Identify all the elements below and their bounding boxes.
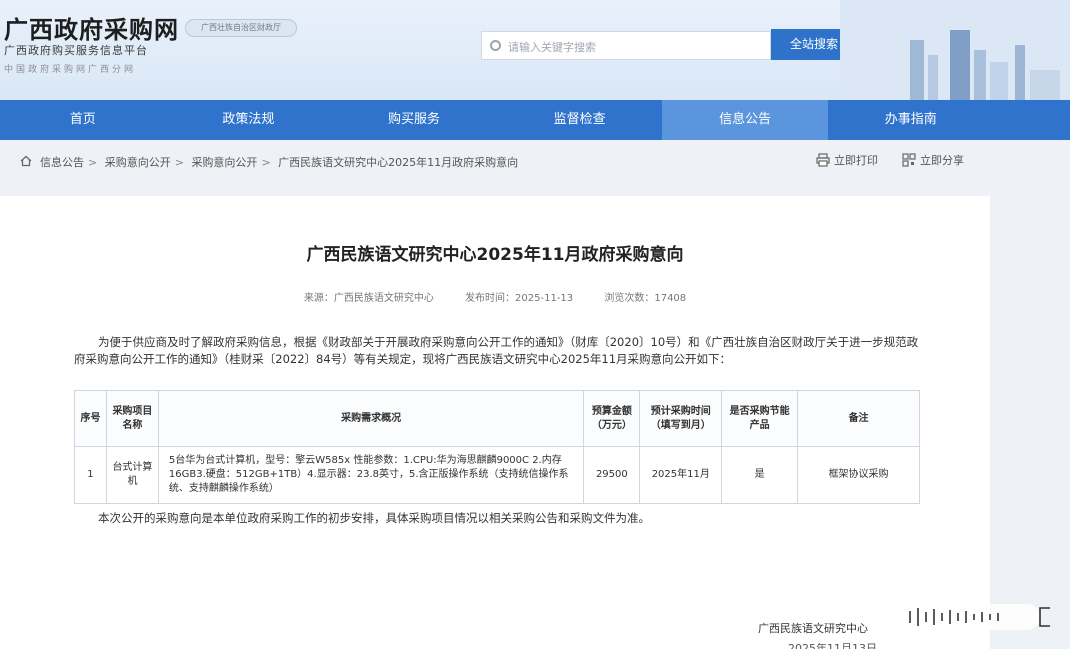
table-cell: 29500: [583, 446, 641, 504]
signature-date: 2025年11月13日: [788, 642, 877, 649]
column-header: 预算金额（万元）: [583, 390, 641, 447]
column-header: 采购项目名称: [105, 390, 159, 447]
search-icon: [490, 40, 501, 51]
breadcrumb-current: 广西民族语文研究中心2025年11月政府采购意向: [278, 156, 519, 169]
nav-item-home[interactable]: 首页: [0, 100, 166, 140]
share-button[interactable]: 立即分享: [902, 152, 964, 168]
nav-item-supervision[interactable]: 监督检查: [497, 100, 663, 140]
city-skyline-image: [840, 0, 1070, 100]
qr-code-icon: [902, 153, 916, 167]
share-label: 立即分享: [920, 154, 964, 167]
disclaimer-note: 本次公开的采购意向是本单位政府采购工作的初步安排，具体采购项目情况以相关采购公告…: [98, 511, 650, 525]
table-cell: 台式计算机: [105, 446, 159, 504]
nav-item-service[interactable]: 购买服务: [331, 100, 497, 140]
department-badge: 广西壮族自治区财政厅: [185, 19, 297, 37]
article-panel: 广西民族语文研究中心2025年11月政府采购意向 来源：广西民族语文研究中心 发…: [0, 196, 990, 649]
breadcrumb-item[interactable]: 信息公告: [40, 156, 84, 169]
meta-views: 浏览次数：17408: [604, 293, 687, 304]
site-title[interactable]: 广西政府采购网: [4, 10, 179, 45]
search-input[interactable]: 请输入关键字搜索: [481, 31, 771, 60]
search-placeholder: 请输入关键字搜索: [508, 41, 596, 54]
table-cell: 是: [721, 446, 799, 504]
procurement-table: 序号 采购项目名称 采购需求概况 预算金额（万元） 预计采购时间（填写到月） 是…: [74, 390, 920, 504]
column-header: 是否采购节能产品: [721, 390, 799, 447]
signature-org: 广西民族语文研究中心: [758, 622, 868, 635]
table-cell: 2025年11月: [639, 446, 723, 504]
intro-paragraph: 为便于供应商及时了解政府采购信息，根据《财政部关于开展政府采购意向公开工作的通知…: [74, 335, 919, 366]
page-title: 广西民族语文研究中心2025年11月政府采购意向: [306, 245, 684, 265]
table-cell: 1: [74, 446, 107, 504]
home-icon: [20, 155, 32, 167]
nav-item-policy[interactable]: 政策法规: [166, 100, 332, 140]
table-cell: 5台华为台式计算机，型号：擎云W585x 性能参数：1.CPU:华为海思麒麟90…: [157, 446, 585, 504]
table-cell: 框架协议采购: [797, 446, 920, 504]
print-label: 立即打印: [834, 154, 878, 167]
table-header-row: 序号 采购项目名称 采购需求概况 预算金额（万元） 预计采购时间（填写到月） 是…: [74, 390, 920, 447]
nav-item-guide[interactable]: 办事指南: [828, 100, 994, 140]
site-header: 广西政府采购网 广西壮族自治区财政厅 广西政府购买服务信息平台 中国政府采购网广…: [0, 0, 1070, 100]
column-header: 序号: [74, 390, 107, 447]
print-button[interactable]: 立即打印: [816, 152, 878, 168]
breadcrumb-item[interactable]: 采购意向公开: [191, 156, 257, 169]
site-subtitle-secondary: 中国政府采购网广西分网: [4, 65, 137, 75]
meta-source: 来源：广西民族语文研究中心: [303, 293, 434, 304]
column-header: 备注: [797, 390, 920, 447]
column-header: 预计采购时间（填写到月）: [639, 390, 723, 447]
meta-publish-time: 发布时间：2025-11-13: [465, 293, 574, 304]
table-row: 1 台式计算机 5台华为台式计算机，型号：擎云W585x 性能参数：1.CPU:…: [74, 446, 920, 504]
breadcrumb: 信息公告 > 采购意向公开 > 采购意向公开 > 广西民族语文研究中心2025年11月…: [0, 140, 1070, 184]
article-meta: 来源：广西民族语文研究中心 发布时间：2025-11-13 浏览次数：17408: [0, 289, 990, 304]
audio-wave-widget[interactable]: [890, 602, 1070, 632]
printer-icon: [816, 153, 830, 167]
main-nav: 首页 政策法规 购买服务 监督检查 信息公告 办事指南: [0, 100, 1070, 140]
site-subtitle: 广西政府购买服务信息平台: [4, 44, 148, 57]
breadcrumb-item[interactable]: 采购意向公开: [105, 156, 171, 169]
nav-item-announcements[interactable]: 信息公告: [662, 100, 828, 140]
column-header: 采购需求概况: [157, 390, 585, 447]
